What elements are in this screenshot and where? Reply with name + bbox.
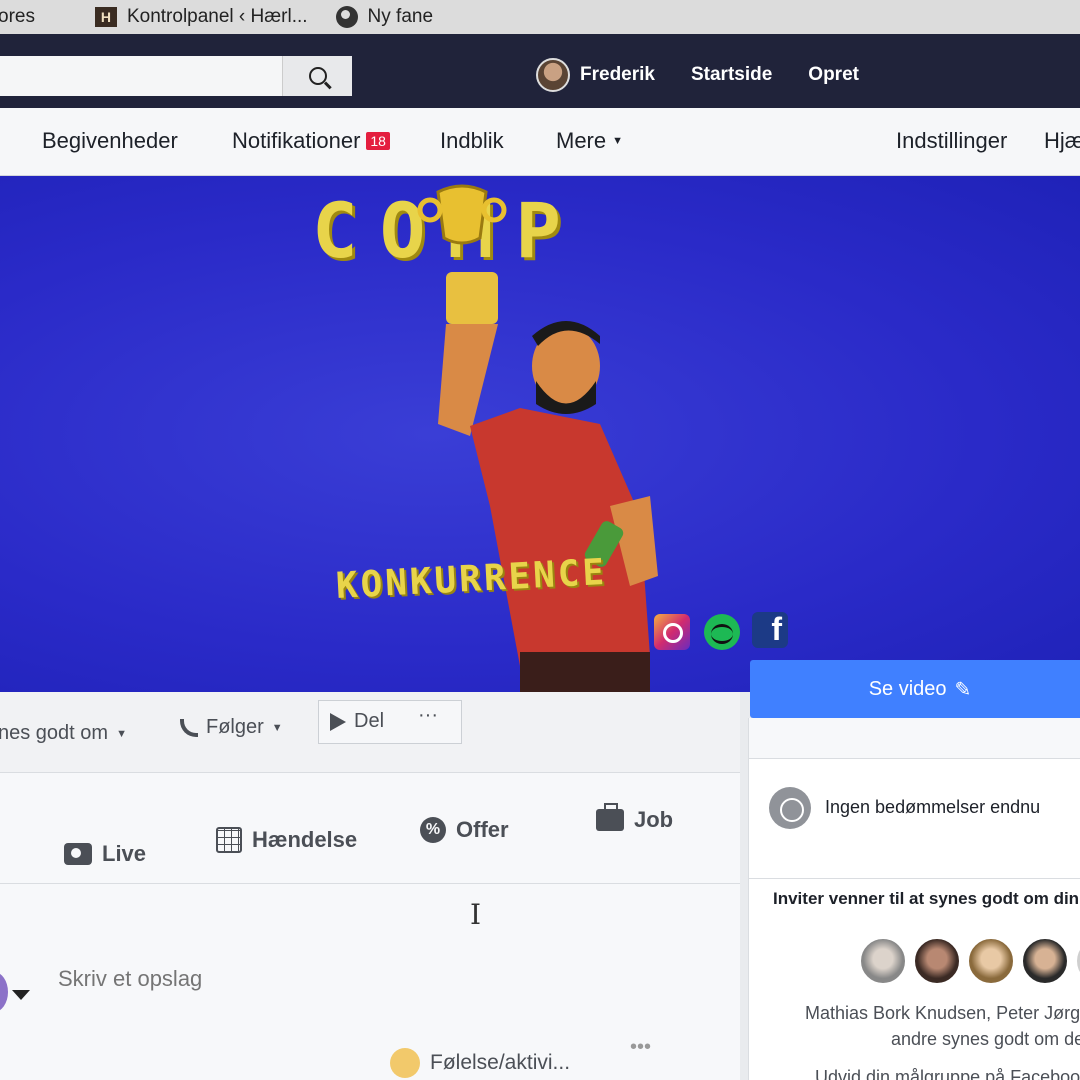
job-button[interactable]: Job [596,803,674,833]
tab-label: Mere [556,128,607,153]
expand-audience-link[interactable]: Udvid din målgruppe på Faceboo [815,1067,1080,1080]
like-label: nes godt om [0,722,109,744]
home-link[interactable]: Startside [691,64,772,86]
avatar[interactable] [1075,937,1080,985]
spotify-icon [704,614,740,650]
tab-label: Indstillinger [896,128,1008,153]
caret-down-icon: ▼ [116,727,127,740]
tab-more[interactable]: Mere ▼ [556,128,623,154]
search-button[interactable] [282,56,352,96]
facebook-icon: f [752,611,788,648]
offer-button[interactable]: % Offer [420,817,509,843]
share-icon [330,712,346,731]
tab-label: Indblik [440,128,504,153]
rating-box: Ingen bedømmelser endnu [749,758,1080,878]
follow-button[interactable]: Følger ▼ [180,716,283,739]
profile-link[interactable]: Frederik [536,58,655,92]
follow-label: Følger [206,716,264,738]
live-button[interactable]: Live [64,841,146,867]
caret-down-icon: ▼ [271,721,283,734]
divider [0,883,740,884]
more-actions-button[interactable]: ··· [418,704,438,727]
avatar[interactable] [967,937,1015,985]
avatar[interactable] [859,937,907,985]
calendar-icon [216,827,242,853]
see-video-label: Se video [868,677,947,700]
text-cursor-icon: I [470,898,482,931]
avatar[interactable] [1021,937,1069,985]
feeling-label: Følelse/aktivi... [430,1051,571,1074]
job-label: Job [634,807,674,832]
page-actions: nes godt om ▼ Følger ▼ Del ··· [0,692,740,772]
pencil-icon: ✎ [954,678,972,701]
globe-icon [335,6,358,28]
friend-avatars [859,937,1080,985]
tab-notifications[interactable]: Notifikationer 18 [232,128,390,154]
invite-title: Inviter venner til at synes godt om din … [773,889,1080,908]
invite-names: Mathias Bork Knudsen, Peter Jørge [805,1003,1080,1023]
instagram-icon [654,614,690,650]
bookmark-kontrolpanel[interactable]: H Kontrolpanel ‹ Hærl... [94,6,308,28]
avatar [536,58,570,92]
briefcase-icon [596,803,624,831]
like-button[interactable]: nes godt om ▼ [0,722,127,745]
tab-label: Notifikationer [232,128,361,153]
cover-illustration [417,184,658,692]
bookmark-label: Ny fane [367,6,434,27]
cover-photo[interactable]: COMP KONKURRENCE f [0,176,1080,692]
avatar[interactable] [913,937,961,985]
caret-down-icon[interactable] [12,990,30,1000]
site-h-icon: H [94,7,117,27]
create-link[interactable]: Opret [808,64,859,86]
bookmark-label: ores [0,6,35,27]
tab-label: Hjæ [1044,128,1080,153]
share-label: Del [354,710,385,732]
search-box [0,56,352,96]
tab-help[interactable]: Hjæ [1044,128,1080,154]
smiley-icon [390,1048,420,1078]
composer-more-button[interactable]: ••• [630,1036,651,1059]
event-button[interactable]: Hændelse [216,827,357,853]
rss-icon [180,718,198,737]
bookmarks-bar: ores H Kontrolpanel ‹ Hærl... Ny fane [0,0,1080,34]
search-icon [308,67,327,85]
composer: Live Hændelse % Offer Job [0,772,740,1080]
percent-icon: % [420,817,446,843]
rating-text: Ingen bedømmelser endnu [825,797,1041,817]
live-label: Live [102,841,147,866]
notification-badge: 18 [366,132,390,150]
share-button[interactable]: Del [330,710,384,733]
bookmark-label: Kontrolpanel ‹ Hærl... [126,6,308,27]
post-input[interactable] [58,966,458,992]
tab-events[interactable]: Begivenheder [42,128,178,154]
bookmark-ny-fane[interactable]: Ny fane [335,6,434,28]
feeling-button[interactable]: Følelse/aktivi... [390,1048,570,1078]
tab-insights[interactable]: Indblik [440,128,504,154]
rating-icon [769,787,811,829]
event-label: Hændelse [252,827,358,852]
tab-settings[interactable]: Indstillinger [896,128,1007,154]
more-label: ··· [418,704,438,726]
offer-label: Offer [456,817,509,842]
top-bar: Frederik Startside Opret [0,34,1080,108]
video-camera-icon [64,843,92,865]
bookmark-ores[interactable]: ores [0,6,35,28]
invite-more: andre synes godt om de [891,1029,1080,1049]
user-name: Frederik [580,64,655,85]
top-nav: Frederik Startside Opret [536,58,859,92]
invite-box: Inviter venner til at synes godt om din … [749,878,1080,1080]
tab-label: Begivenheder [42,128,178,153]
right-column: Ingen bedømmelser endnu Inviter venner t… [748,718,1080,1080]
caret-down-icon: ▼ [612,135,624,147]
search-input[interactable] [0,56,282,96]
see-video-button[interactable]: Se video ✎ [750,660,1080,718]
page-nav: Begivenheder Notifikationer 18 Indblik M… [0,108,1080,176]
